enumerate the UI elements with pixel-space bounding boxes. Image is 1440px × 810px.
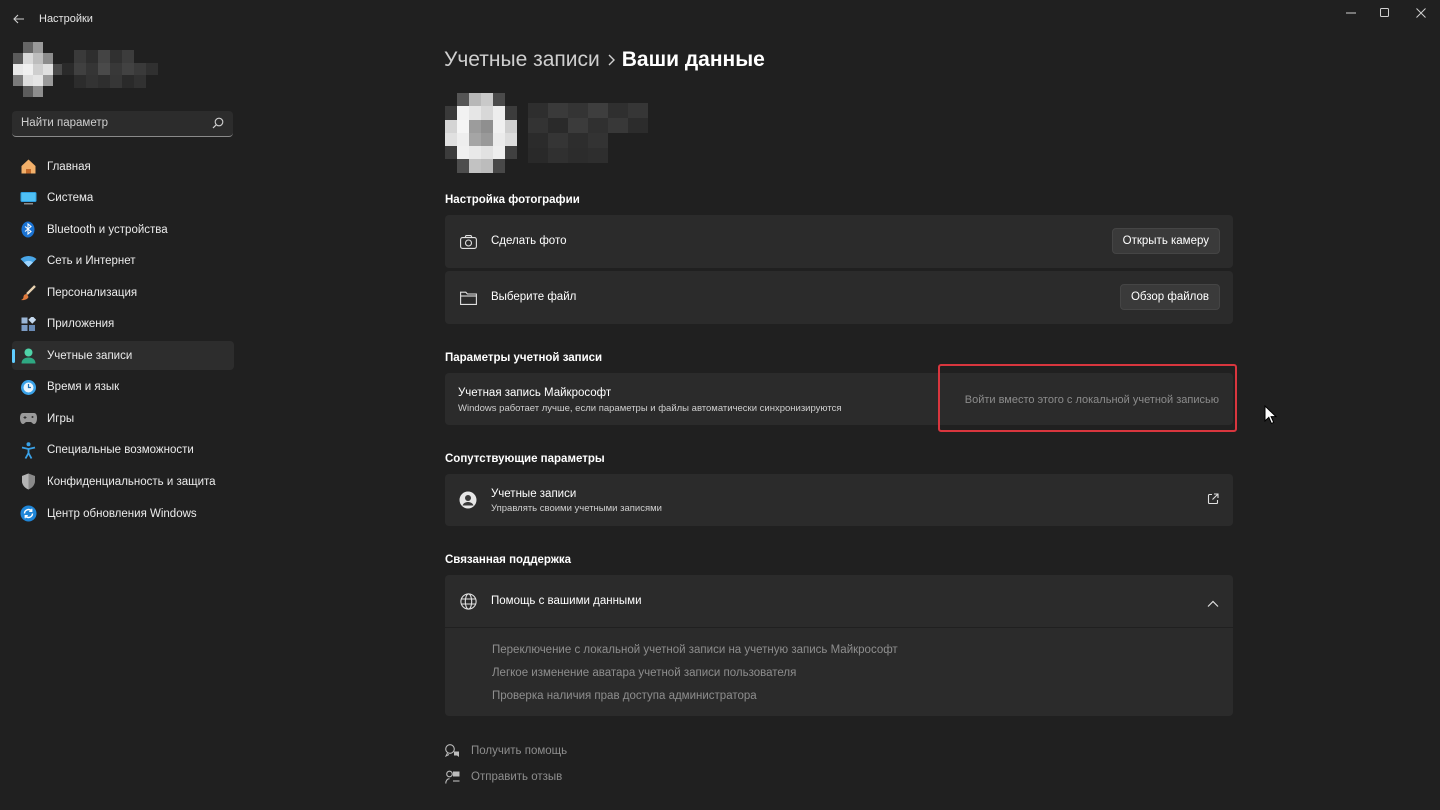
user-name [528, 103, 648, 163]
microsoft-account-description: Windows работает лучше, если параметры и… [458, 403, 842, 414]
sidebar-item-windows-update[interactable]: Центр обновления Windows [12, 499, 234, 528]
account-section-title: Параметры учетной записи [445, 352, 603, 364]
sidebar-item-accounts[interactable]: Учетные записи [12, 341, 234, 371]
minimize-button[interactable] [1332, 0, 1370, 26]
brush-icon [19, 284, 37, 302]
accounts-link-description: Управлять своими учетными записями [491, 503, 662, 514]
close-button[interactable] [1402, 0, 1440, 26]
photo-section-title: Настройка фотографии [445, 194, 580, 206]
bluetooth-icon [19, 221, 37, 239]
time-language-icon [19, 378, 37, 396]
take-photo-label: Сделать фото [491, 235, 567, 247]
open-external-icon[interactable] [1207, 493, 1219, 505]
sidebar-item-accessibility[interactable]: Специальные возможности [12, 436, 234, 465]
sidebar-item-network[interactable]: Сеть и Интернет [12, 247, 234, 276]
back-button[interactable] [9, 10, 29, 28]
sidebar-nav: Главная Система Bluetooth и устройства С… [12, 152, 234, 531]
browse-files-button[interactable]: Обзор файлов [1119, 284, 1220, 310]
sidebar-item-gaming[interactable]: Игры [12, 404, 234, 433]
choose-file-card: Выберите файл Обзор файлов [445, 271, 1233, 324]
folder-icon [459, 289, 477, 307]
accounts-link-label: Учетные записи [491, 488, 577, 500]
help-chat-icon [444, 743, 460, 759]
shield-icon [19, 473, 37, 491]
page-title: Ваши данные [621, 48, 765, 71]
support-section-title: Связанная поддержка [445, 554, 572, 566]
help-link-admin-rights[interactable]: Проверка наличия прав доступа администра… [492, 690, 757, 702]
update-icon [19, 505, 37, 523]
highlight-box [938, 364, 1237, 432]
help-expander-header[interactable]: Помощь с вашими данными [445, 575, 1233, 627]
get-help-link[interactable]: Получить помощь [444, 742, 567, 760]
back-arrow-icon [13, 14, 24, 24]
wifi-icon [19, 252, 37, 270]
chevron-up-icon[interactable] [1207, 597, 1219, 607]
search-icon[interactable] [212, 117, 224, 129]
gamepad-icon [19, 410, 37, 428]
user-avatar [445, 93, 517, 173]
feedback-icon [444, 769, 460, 785]
apps-icon [19, 315, 37, 333]
sidebar-item-system[interactable]: Система [12, 184, 234, 213]
account-icon [19, 347, 37, 365]
system-icon [19, 189, 37, 207]
breadcrumb-parent[interactable]: Учетные записи [444, 48, 600, 72]
title-bar: Настройки [0, 0, 1440, 38]
accounts-link-card[interactable]: Учетные записи Управлять своими учетными… [445, 474, 1233, 526]
breadcrumb: Учетные записи Ваши данные [444, 46, 765, 74]
sidebar-item-privacy[interactable]: Конфиденциальность и защита [12, 467, 234, 496]
send-feedback-link[interactable]: Отправить отзыв [444, 768, 562, 786]
take-photo-card: Сделать фото Открыть камеру [445, 215, 1233, 268]
choose-file-label: Выберите файл [491, 291, 577, 303]
sidebar-item-personalization[interactable]: Персонализация [12, 278, 234, 307]
maximize-icon [1380, 8, 1389, 17]
sidebar-item-bluetooth[interactable]: Bluetooth и устройства [12, 215, 234, 244]
microsoft-account-label: Учетная запись Майкрософт [458, 387, 612, 399]
home-icon [19, 158, 37, 176]
person-circle-icon [459, 491, 477, 509]
profile-name [62, 50, 158, 88]
sidebar-item-apps[interactable]: Приложения [12, 310, 234, 339]
mouse-cursor-icon [1264, 405, 1278, 425]
accessibility-icon [19, 441, 37, 459]
camera-icon [459, 233, 477, 251]
profile-avatar[interactable] [13, 42, 63, 97]
help-expander-label: Помощь с вашими данными [491, 595, 642, 607]
app-title: Настройки [39, 13, 93, 25]
related-section-title: Сопутствующие параметры [445, 453, 605, 465]
maximize-button[interactable] [1366, 0, 1404, 26]
search-box[interactable] [12, 111, 233, 137]
sidebar-item-home[interactable]: Главная [12, 152, 234, 181]
help-link-change-avatar[interactable]: Легкое изменение аватара учетной записи … [492, 667, 796, 679]
help-link-switch-account[interactable]: Переключение с локальной учетной записи … [492, 644, 898, 656]
minimize-icon [1346, 12, 1356, 14]
chevron-right-icon [600, 54, 622, 66]
globe-icon [459, 592, 477, 610]
search-input[interactable] [12, 111, 207, 135]
open-camera-button[interactable]: Открыть камеру [1111, 228, 1220, 254]
sidebar-item-time-language[interactable]: Время и язык [12, 373, 234, 402]
close-icon [1416, 8, 1426, 18]
